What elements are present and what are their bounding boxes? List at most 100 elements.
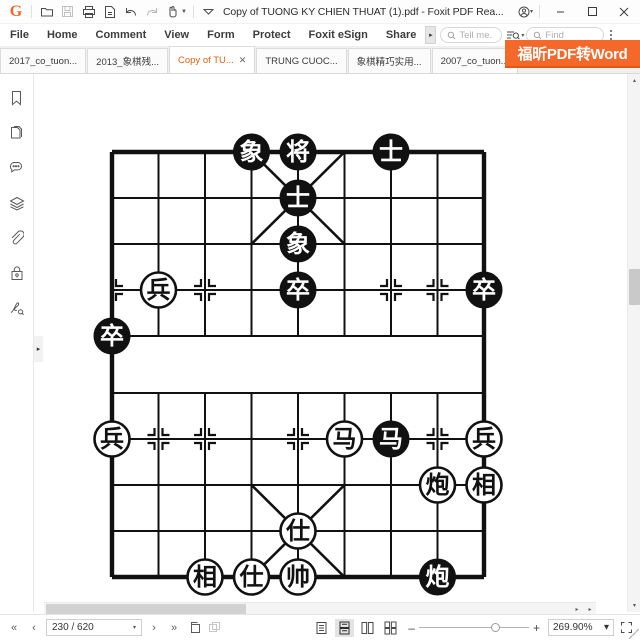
pdf-page: 象将士士象卒卒兵卒兵马马兵炮相仕相仕帅炮 [44, 74, 596, 598]
menu-item-view[interactable]: View [155, 24, 198, 46]
scroll-up-button[interactable]: ▴ [628, 74, 640, 87]
menu-item-protect[interactable]: Protect [244, 24, 300, 46]
horizontal-scrollbar[interactable]: ▸ ▸ [44, 602, 596, 614]
black-general: 将 [279, 133, 317, 171]
page-dropdown-icon[interactable]: ▾ [133, 624, 136, 631]
print-icon[interactable] [78, 1, 99, 22]
hand-tool-caret-icon[interactable]: ▼ [181, 9, 187, 15]
search-options-caret-icon[interactable]: ▾ [521, 32, 524, 39]
zoom-level-value: 269.90% [553, 622, 593, 633]
horizontal-scroll-thumb[interactable] [46, 604, 246, 614]
red-elephant-2: 相 [186, 558, 224, 596]
tab-label: Copy of TU... [178, 54, 234, 66]
tab-close-icon[interactable]: ✕ [239, 55, 247, 66]
piece-glyph: 马 [333, 425, 357, 453]
piece-glyph: 仕 [285, 517, 310, 545]
xiangqi-board-svg: 象将士士象卒 卒兵卒兵马马兵炮 相仕相仕帅炮 [93, 133, 503, 596]
red-pawn-3: 兵 [465, 420, 503, 458]
document-tab-2[interactable]: 2013_象棋残... [87, 48, 168, 73]
document-tab-3-active[interactable]: Copy of TU... ✕ [169, 46, 256, 73]
first-page-button[interactable]: « [6, 619, 22, 637]
zoom-slider-knob[interactable] [490, 623, 500, 632]
zoom-level-input[interactable]: 269.90% ▾ [548, 619, 614, 636]
pages-icon[interactable] [7, 123, 27, 143]
menu-item-home[interactable]: Home [38, 24, 87, 46]
open-icon[interactable] [36, 1, 57, 22]
black-advisor-1: 士 [372, 133, 410, 171]
navigation-rail [0, 74, 34, 612]
document-view[interactable]: 象将士士象卒卒兵卒兵马马兵炮相仕相仕帅炮 [44, 74, 596, 598]
black-elephant: 象 [233, 133, 270, 171]
two-page-view-button[interactable] [358, 619, 377, 637]
zoom-slider[interactable]: – + [408, 622, 540, 634]
document-tab-4[interactable]: TRUNG CUOC... [256, 48, 347, 73]
resize-grip[interactable] [629, 629, 639, 639]
next-page-button[interactable]: › [146, 619, 162, 637]
red-advisor-1: 仕 [279, 512, 317, 550]
attachments-icon[interactable] [7, 228, 27, 248]
menu-overflow-button[interactable]: ▸ [425, 26, 437, 44]
vertical-scrollbar[interactable]: ▴ ▾ [627, 74, 640, 612]
continuous-page-view-button[interactable] [335, 618, 355, 637]
red-horse: 马 [325, 420, 364, 458]
menu-item-form[interactable]: Form [198, 24, 244, 46]
piece-glyph: 卒 [286, 276, 310, 304]
red-advisor-2: 仕 [232, 558, 271, 596]
comments-icon[interactable] [7, 158, 27, 178]
piece-glyph: 炮 [426, 471, 450, 499]
black-pawn-2: 卒 [465, 271, 503, 309]
maximize-button[interactable] [576, 0, 608, 24]
piece-glyph: 相 [472, 471, 496, 499]
undo-icon[interactable] [120, 1, 141, 22]
document-tab-5[interactable]: 象棋精巧实用... [347, 48, 431, 73]
minimize-button[interactable] [544, 0, 576, 24]
menu-item-foxit-esign[interactable]: Foxit eSign [300, 24, 377, 46]
expand-panel-button[interactable]: ▸ [34, 336, 43, 362]
zoom-out-button[interactable]: – [408, 622, 415, 634]
scroll-down-button[interactable]: ▾ [628, 599, 640, 612]
document-tab-1[interactable]: 2017_co_tuon... [0, 48, 87, 73]
zoom-dropdown-icon[interactable]: ▾ [604, 622, 609, 633]
black-cannon: 炮 [419, 558, 456, 596]
close-button[interactable] [608, 0, 640, 24]
black-pawn-1: 卒 [279, 271, 317, 309]
hand-tool-icon[interactable] [162, 1, 183, 22]
app-logo-icon: G [9, 2, 23, 20]
signature-icon[interactable] [7, 298, 27, 318]
zoom-in-button[interactable]: + [533, 622, 540, 634]
piece-glyph: 兵 [100, 425, 124, 453]
page-number-input[interactable]: 230 / 620 ▾ [46, 619, 142, 636]
tell-me-search[interactable]: Tell me. [440, 27, 503, 43]
customize-toolbar-icon[interactable] [198, 1, 219, 22]
piece-glyph: 相 [193, 563, 217, 591]
rotate-view-icon[interactable] [186, 619, 202, 637]
menu-item-comment[interactable]: Comment [87, 24, 156, 46]
red-general: 帅 [279, 558, 317, 596]
two-page-continuous-view-button[interactable] [381, 619, 400, 637]
last-page-button[interactable]: » [166, 619, 182, 637]
more-options-icon[interactable] [604, 30, 618, 40]
piece-glyph: 帅 [286, 563, 310, 591]
promo-banner[interactable]: 福昕PDF转Word [505, 40, 640, 68]
print-preview-icon[interactable] [99, 1, 120, 22]
menu-item-file[interactable]: File [0, 24, 38, 46]
single-page-view-button[interactable] [312, 619, 331, 637]
piece-glyph: 兵 [472, 425, 496, 453]
piece-glyph: 仕 [239, 563, 264, 591]
piece-glyph: 士 [379, 138, 403, 166]
redo-icon[interactable] [141, 1, 162, 22]
vertical-scroll-thumb[interactable] [629, 269, 640, 305]
menu-item-share[interactable]: Share [377, 24, 426, 46]
security-lock-icon[interactable] [7, 263, 27, 283]
black-pawn-3: 卒 [93, 317, 131, 355]
account-menu[interactable]: ▾ [518, 6, 535, 18]
layers-icon[interactable] [7, 193, 27, 213]
account-caret-icon: ▾ [529, 9, 533, 15]
zoom-slider-track[interactable] [418, 623, 529, 632]
toolbar-divider [31, 5, 32, 18]
previous-page-button[interactable]: ‹ [26, 619, 42, 637]
save-icon[interactable] [57, 1, 78, 22]
tab-label: TRUNG CUOC... [265, 55, 338, 67]
bookmark-icon[interactable] [7, 88, 27, 108]
compare-pages-icon[interactable] [206, 619, 222, 637]
